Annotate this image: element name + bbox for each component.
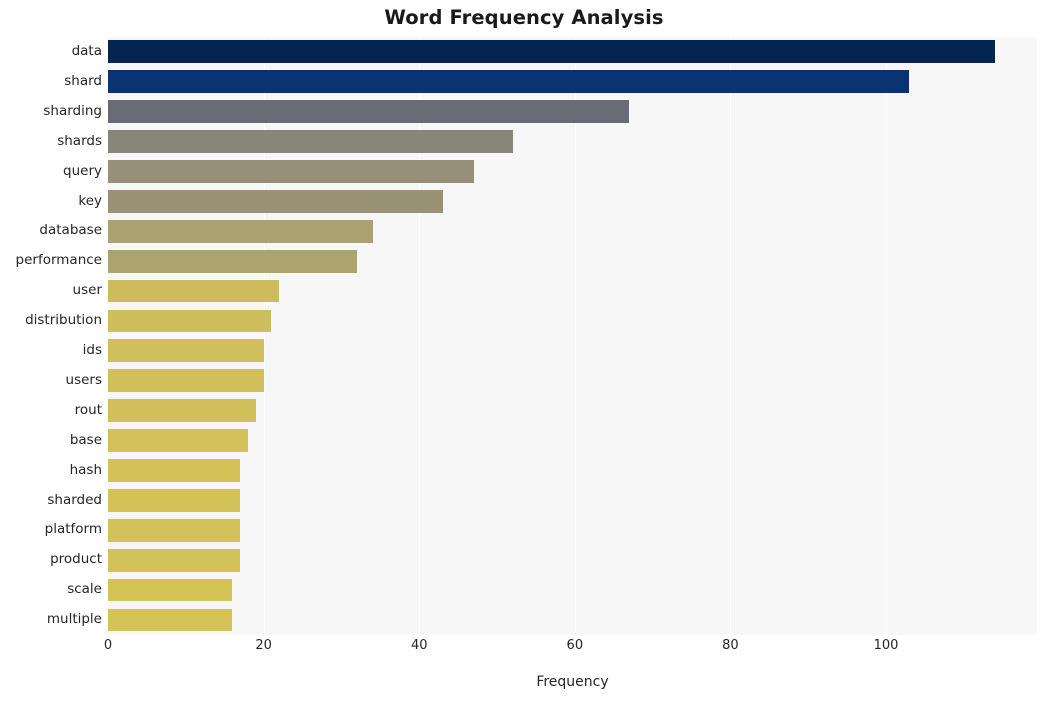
bar-key[interactable] [108,189,443,213]
bar-user[interactable] [108,279,280,303]
y-axis-label-database: database [39,222,102,239]
y-axis-label-product: product [50,551,102,568]
bar-platform[interactable] [108,518,241,542]
bar-row [108,545,1037,575]
y-axis-label-performance: performance [15,252,102,269]
bar-hash[interactable] [108,459,241,482]
y-axis-label-shards: shards [57,132,102,149]
bar-row [108,396,1037,426]
y-axis-label-user: user [72,282,102,299]
y-axis-label-hash: hash [69,461,102,478]
bar-row [108,575,1037,605]
bar-row [108,306,1037,336]
x-axis-tick-60: 60 [566,638,584,653]
bar-base[interactable] [108,429,249,452]
bar-distribution[interactable] [108,309,272,333]
x-axis-title: Frequency [536,674,609,690]
y-axis-label-rout: rout [74,401,102,418]
bar-query[interactable] [108,160,474,183]
bar-row [108,426,1037,456]
bar-row [108,37,1037,67]
bar-performance[interactable] [108,249,357,273]
x-axis-tick-40: 40 [410,638,428,653]
bar-row [108,605,1037,635]
bar-row [108,187,1037,217]
word-frequency-chart: Word Frequency Analysis data shard shardin… [0,0,1048,701]
bar-row [108,67,1037,97]
bar-row [108,216,1037,246]
bar-row [108,366,1037,396]
y-axis-label-sharding: sharding [43,102,102,119]
y-axis-labels: data shard sharding shards query key database p… [0,37,102,635]
bar-row [108,127,1037,157]
bar-shard[interactable] [108,70,910,94]
bar-row [108,515,1037,545]
bar-sharded[interactable] [108,488,241,512]
bar-database[interactable] [108,219,373,243]
bar-row [108,336,1037,366]
bar-row [108,456,1037,486]
y-axis-label-shard: shard [64,72,102,89]
bar-row [108,157,1037,187]
y-axis-label-key: key [78,192,102,209]
y-axis-label-base: base [69,431,102,448]
x-axis-tick-0: 0 [103,638,113,653]
bar-users[interactable] [108,369,264,393]
y-axis-label-query: query [63,162,102,179]
y-axis-label-multiple: multiple [46,611,102,628]
y-axis-label-users: users [65,371,102,388]
bar-row [108,276,1037,306]
x-axis-ticks: 0 20 40 60 80 100 [0,638,1048,660]
x-axis-tick-100: 100 [873,638,899,653]
bar-row [108,486,1037,516]
x-axis-tick-80: 80 [722,638,739,653]
bar-ids[interactable] [108,339,264,363]
bar-multiple[interactable] [108,608,233,632]
bar-row [108,97,1037,127]
y-axis-label-platform: platform [44,521,102,538]
plot-area [108,37,1037,635]
y-axis-label-data: data [71,43,102,59]
bar-data[interactable] [108,40,995,64]
bar-row [108,246,1037,276]
bars-layer [108,37,1037,635]
y-axis-label-distribution: distribution [25,312,102,329]
y-axis-label-ids: ids [82,342,102,358]
y-axis-label-sharded: sharded [47,491,102,508]
bar-product[interactable] [108,548,241,572]
bar-shards[interactable] [108,130,513,153]
chart-title: Word Frequency Analysis [384,6,664,29]
bar-rout[interactable] [108,399,256,423]
bar-scale[interactable] [108,578,233,602]
y-axis-label-scale: scale [67,581,102,598]
x-axis-tick-20: 20 [255,638,272,653]
bar-sharding[interactable] [108,100,630,124]
